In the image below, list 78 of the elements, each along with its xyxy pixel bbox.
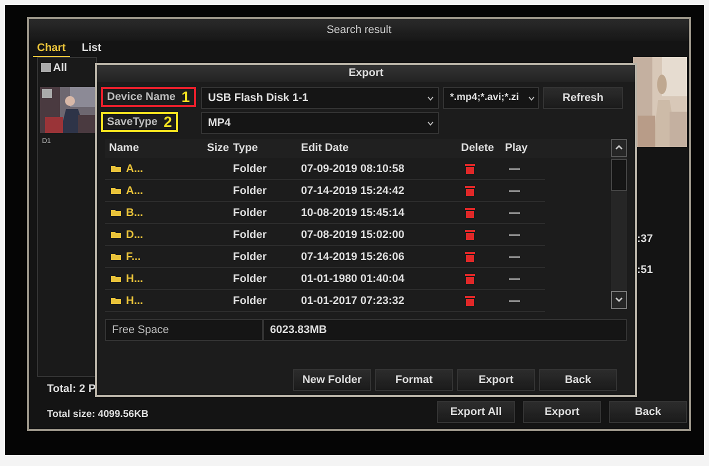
table-cell-text: 07-08-2019 15:02:00 <box>300 228 406 243</box>
column-header: Delete <box>460 141 496 156</box>
scroll-thumb[interactable] <box>611 159 627 191</box>
file-name[interactable]: A... <box>105 158 229 179</box>
delete-icon[interactable] <box>465 274 475 284</box>
caret-icon <box>427 121 434 126</box>
column-header: Edit Date <box>300 141 350 156</box>
field-label: Free Space <box>105 319 263 341</box>
play-icon[interactable]: — <box>501 290 541 311</box>
delete-icon[interactable] <box>465 252 475 262</box>
scroll-down-icon[interactable] <box>611 291 627 309</box>
table-cell-text: 10-08-2019 15:45:14 <box>300 206 406 221</box>
play-icon[interactable]: — <box>501 268 541 289</box>
folder-icon <box>111 275 121 282</box>
button[interactable]: Back <box>609 401 687 423</box>
filter-dropdown[interactable]: *.mp4;*.avi;*.zi <box>443 87 539 109</box>
button[interactable]: Export <box>457 369 535 391</box>
table-cell-text: Folder <box>232 162 268 177</box>
delete-icon[interactable] <box>465 296 475 306</box>
table-cell-text: Folder <box>232 250 268 265</box>
free-space-value: 6023.83MB <box>263 319 627 341</box>
file-name[interactable]: D... <box>105 224 229 245</box>
delete-icon[interactable] <box>465 164 475 174</box>
caret-icon <box>427 96 434 101</box>
table-cell-text: 01-01-2017 07:23:32 <box>300 294 406 309</box>
delete-icon[interactable] <box>465 230 475 240</box>
table-cell-text: 07-14-2019 15:26:06 <box>300 250 406 265</box>
play-icon[interactable]: — <box>501 180 541 201</box>
total-count: Total: 2 P <box>47 383 96 395</box>
folder-icon <box>111 231 121 238</box>
time-text: :51 <box>637 262 653 278</box>
file-name[interactable]: B... <box>105 202 229 223</box>
button[interactable]: Export <box>523 401 601 423</box>
total-size: Total size: 4099.56KB <box>47 409 149 420</box>
play-icon[interactable]: — <box>501 158 541 179</box>
scroll-up-icon[interactable] <box>611 139 627 157</box>
time-text: :37 <box>637 232 653 247</box>
column-header: Type <box>232 141 259 156</box>
button[interactable]: Back <box>539 369 617 391</box>
table-cell-text: Folder <box>232 272 268 287</box>
dialog-title: Export <box>97 65 635 82</box>
folder-icon <box>111 187 121 194</box>
play-icon[interactable]: — <box>501 246 541 267</box>
play-icon[interactable]: — <box>501 202 541 223</box>
file-name[interactable]: H... <box>105 268 229 289</box>
dropdown-field[interactable]: MP4 <box>201 112 439 134</box>
delete-icon[interactable] <box>465 208 475 218</box>
file-name[interactable]: H... <box>105 290 229 311</box>
table-cell-text: 07-14-2019 15:24:42 <box>300 184 406 199</box>
dropdown-field[interactable]: USB Flash Disk 1-1 <box>201 87 439 109</box>
folder-icon <box>111 209 121 216</box>
folder-icon <box>111 165 121 172</box>
select-all-checkbox[interactable]: All <box>41 62 68 74</box>
folder-icon <box>111 253 121 260</box>
button[interactable]: New Folder <box>293 369 371 391</box>
table-cell-text: 01-01-1980 01:40:04 <box>300 272 406 287</box>
table-cell-text: 07-09-2019 08:10:58 <box>300 162 406 177</box>
column-header: Name <box>108 141 140 156</box>
tab[interactable]: List <box>78 41 106 57</box>
column-header: Play <box>504 141 529 156</box>
button[interactable]: Export All <box>437 401 515 423</box>
table-cell-text: Folder <box>232 228 268 243</box>
table-cell-text: Folder <box>232 294 268 309</box>
file-name[interactable]: F... <box>105 246 229 267</box>
delete-icon[interactable] <box>465 186 475 196</box>
table-cell-text: Folder <box>232 206 268 221</box>
column-header: Size <box>206 141 229 156</box>
field-label: SaveType 2 <box>101 112 178 132</box>
play-icon[interactable]: — <box>501 224 541 245</box>
table-cell-text: Folder <box>232 184 268 199</box>
button[interactable]: Format <box>375 369 453 391</box>
folder-icon <box>111 297 121 304</box>
field-label: Device Name 1 <box>101 87 196 107</box>
caret-icon <box>528 96 535 101</box>
scrollbar[interactable] <box>611 139 627 309</box>
window-title: Search result <box>29 19 689 41</box>
refresh-button[interactable]: Refresh <box>543 87 623 109</box>
file-name[interactable]: A... <box>105 180 229 201</box>
